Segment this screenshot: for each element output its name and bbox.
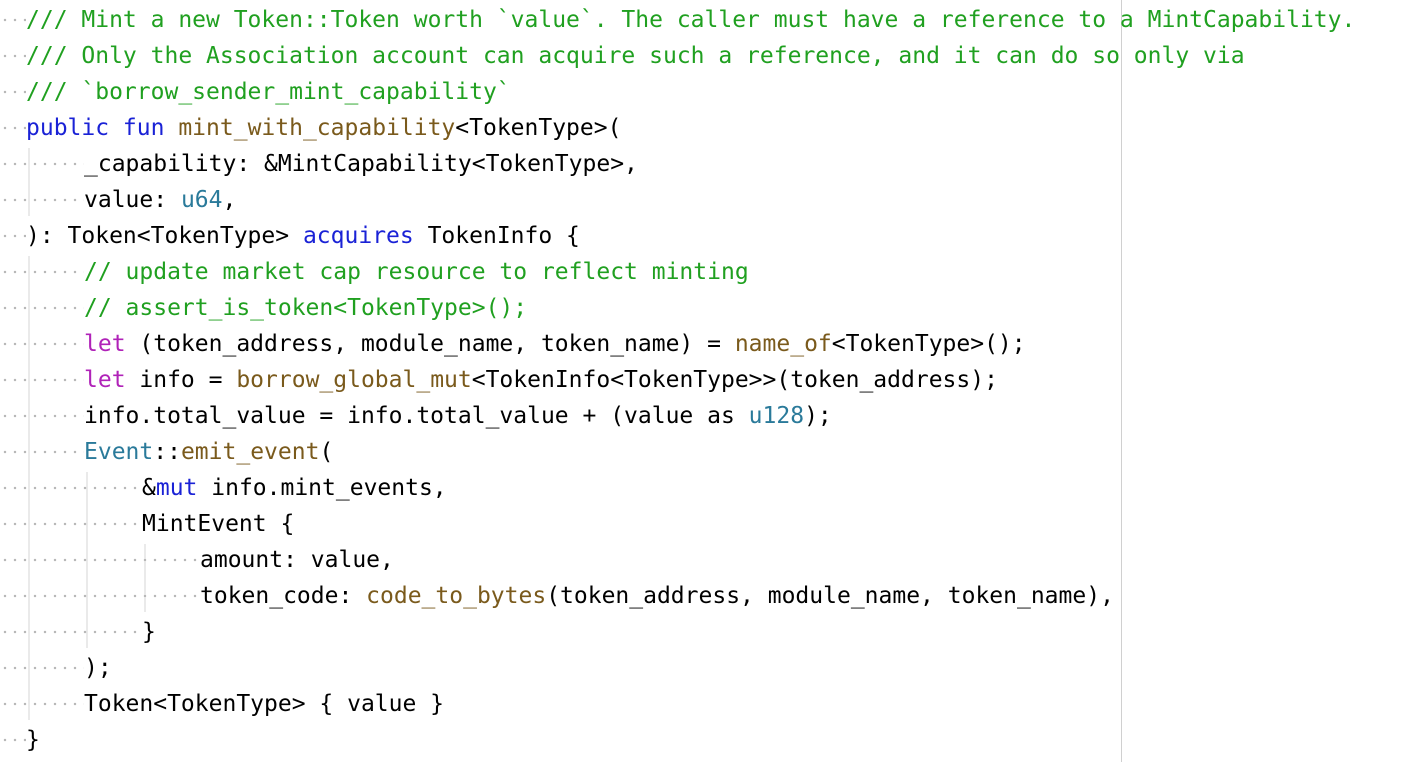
whitespace-marker	[0, 506, 142, 542]
code-line[interactable]: // update market cap resource to reflect…	[0, 254, 749, 290]
whitespace-marker	[0, 254, 84, 290]
code-token: );	[84, 655, 112, 681]
code-token: u128	[748, 403, 805, 429]
code-token: // assert_is_token<TokenType>();	[84, 295, 528, 321]
code-token: // update market cap resource to reflect…	[84, 259, 749, 285]
code-token: info =	[125, 367, 237, 393]
whitespace-marker	[0, 614, 142, 650]
code-token: code_to_bytes	[366, 583, 547, 609]
code-token: token_code:	[200, 583, 367, 609]
whitespace-marker	[0, 182, 84, 218]
whitespace-marker	[0, 38, 26, 74]
code-token: <TokenInfo<TokenType>>(token_address);	[471, 367, 998, 393]
whitespace-marker	[0, 146, 84, 182]
code-line[interactable]: public fun mint_with_capability<TokenTyp…	[0, 110, 621, 146]
code-token: <TokenType>();	[831, 331, 1026, 357]
code-editor[interactable]: /// Mint a new Token::Token worth `value…	[0, 0, 1418, 762]
code-token: let	[84, 367, 126, 393]
code-line[interactable]: Event::emit_event(	[0, 434, 333, 470]
whitespace-marker	[0, 398, 84, 434]
code-token: ): Token<TokenType>	[26, 223, 303, 249]
code-line[interactable]: _capability: &MintCapability<TokenType>,	[0, 146, 638, 182]
whitespace-marker	[0, 362, 84, 398]
code-token: TokenInfo {	[413, 223, 580, 249]
code-line[interactable]: /// Mint a new Token::Token worth `value…	[0, 2, 1355, 38]
code-token: (token_address, module_name, token_name)…	[546, 583, 1114, 609]
code-token: MintEvent {	[142, 511, 295, 537]
code-token: value:	[84, 187, 181, 213]
code-token: }	[142, 619, 156, 645]
whitespace-marker	[0, 686, 84, 722]
code-token: let	[84, 331, 126, 357]
code-line[interactable]: value: u64,	[0, 182, 236, 218]
code-token: );	[804, 403, 832, 429]
whitespace-marker	[0, 578, 200, 614]
code-token: mint_with_capability	[178, 115, 456, 141]
code-token: Event	[84, 439, 154, 465]
code-token: amount: value,	[200, 547, 394, 573]
code-line[interactable]: }	[0, 614, 156, 650]
code-token: (token_address, module_name, token_name)…	[125, 331, 735, 357]
code-token: acquires	[302, 223, 414, 249]
code-line[interactable]: let (token_address, module_name, token_n…	[0, 326, 1026, 362]
whitespace-marker	[0, 74, 26, 110]
code-token: ::	[153, 439, 181, 465]
whitespace-marker	[0, 722, 26, 758]
whitespace-marker	[0, 218, 26, 254]
whitespace-marker	[0, 650, 84, 686]
code-line[interactable]: MintEvent {	[0, 506, 294, 542]
code-line[interactable]: /// `borrow_sender_mint_capability`	[0, 74, 511, 110]
code-token: _capability: &MintCapability<TokenType>,	[84, 151, 638, 177]
whitespace-marker	[0, 434, 84, 470]
whitespace-marker	[0, 2, 26, 38]
whitespace-marker	[0, 326, 84, 362]
code-token: }	[26, 727, 40, 753]
code-line[interactable]: token_code: code_to_bytes(token_address,…	[0, 578, 1114, 614]
code-line[interactable]: );	[0, 650, 112, 686]
code-line[interactable]: }	[0, 722, 40, 758]
code-token: info.total_value = info.total_value + (v…	[84, 403, 749, 429]
code-line[interactable]: /// Only the Association account can acq…	[0, 38, 1245, 74]
code-token: Token<TokenType> { value }	[84, 691, 445, 717]
whitespace-marker	[0, 542, 200, 578]
whitespace-marker	[0, 290, 84, 326]
code-token: /// Mint a new Token::Token worth `value…	[26, 7, 1356, 33]
code-token: public fun	[26, 115, 179, 141]
code-line[interactable]: &mut info.mint_events,	[0, 470, 447, 506]
code-token: <TokenType>(	[455, 115, 622, 141]
code-token: mut	[155, 475, 198, 501]
code-token: /// Only the Association account can acq…	[26, 43, 1245, 69]
code-token: name_of	[734, 331, 832, 357]
code-line[interactable]: let info = borrow_global_mut<TokenInfo<T…	[0, 362, 998, 398]
column-ruler	[1121, 0, 1122, 762]
code-token: &	[142, 475, 156, 501]
code-token: info.mint_events,	[197, 475, 447, 501]
whitespace-marker	[0, 470, 142, 506]
code-token: borrow_global_mut	[236, 367, 472, 393]
whitespace-marker	[0, 110, 26, 146]
code-token: u64	[180, 187, 223, 213]
code-line[interactable]: // assert_is_token<TokenType>();	[0, 290, 527, 326]
code-token: emit_event	[180, 439, 320, 465]
code-line[interactable]: Token<TokenType> { value }	[0, 686, 444, 722]
code-token: ,	[222, 187, 237, 213]
code-line[interactable]: ): Token<TokenType> acquires TokenInfo {	[0, 218, 580, 254]
code-line[interactable]: info.total_value = info.total_value + (v…	[0, 398, 832, 434]
code-line[interactable]: amount: value,	[0, 542, 394, 578]
code-token: (	[319, 439, 334, 465]
code-token: /// `borrow_sender_mint_capability`	[26, 79, 511, 105]
